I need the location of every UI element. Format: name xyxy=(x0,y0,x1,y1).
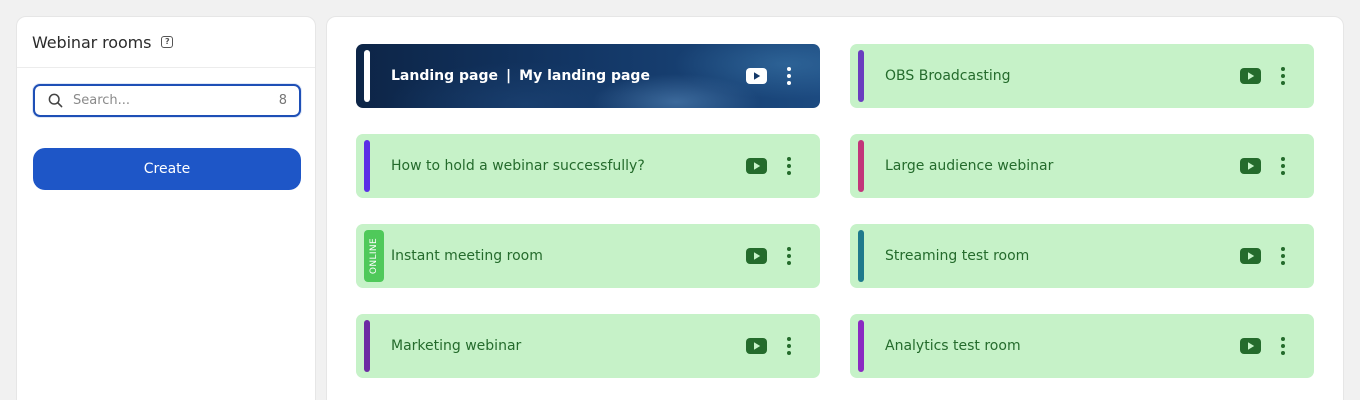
room-accent-bar xyxy=(364,50,370,102)
youtube-play-icon[interactable] xyxy=(746,248,767,264)
room-card[interactable]: ONLINE Instant meeting room xyxy=(356,224,820,288)
room-accent-bar xyxy=(364,320,370,372)
room-title: How to hold a webinar successfully? xyxy=(391,158,645,174)
room-title: OBS Broadcasting xyxy=(885,68,1011,84)
room-card[interactable]: How to hold a webinar successfully? xyxy=(356,134,820,198)
room-title-left: Landing page xyxy=(391,68,499,84)
room-accent-bar xyxy=(858,140,864,192)
room-card-landing-page[interactable]: Landing page | My landing page xyxy=(356,44,820,108)
more-vertical-icon[interactable] xyxy=(782,156,796,176)
rooms-panel: Landing page | My landing page OBS Broad… xyxy=(326,16,1344,400)
youtube-play-icon[interactable] xyxy=(746,158,767,174)
more-vertical-icon[interactable] xyxy=(782,246,796,266)
room-title: Landing page | My landing page xyxy=(391,44,650,108)
help-icon[interactable]: ? xyxy=(161,36,174,48)
more-vertical-icon[interactable] xyxy=(1276,156,1290,176)
youtube-play-icon[interactable] xyxy=(1240,68,1261,84)
room-card[interactable]: Marketing webinar xyxy=(356,314,820,378)
sidebar-header: Webinar rooms ? xyxy=(17,17,315,68)
search-result-count: 8 xyxy=(278,93,287,108)
room-card[interactable]: OBS Broadcasting xyxy=(850,44,1314,108)
room-accent-bar xyxy=(858,230,864,282)
room-card[interactable]: Large audience webinar xyxy=(850,134,1314,198)
room-title: Streaming test room xyxy=(885,248,1030,264)
room-title: Marketing webinar xyxy=(391,338,522,354)
more-vertical-icon[interactable] xyxy=(1276,66,1290,86)
create-button[interactable]: Create xyxy=(33,148,301,190)
room-title: Instant meeting room xyxy=(391,248,543,264)
more-vertical-icon[interactable] xyxy=(1276,246,1290,266)
youtube-play-icon[interactable] xyxy=(1240,158,1261,174)
youtube-play-icon[interactable] xyxy=(1240,248,1261,264)
youtube-play-icon[interactable] xyxy=(746,68,767,84)
room-title: Large audience webinar xyxy=(885,158,1054,174)
online-badge-label: ONLINE xyxy=(369,237,379,275)
room-title: Analytics test room xyxy=(885,338,1021,354)
search-box[interactable]: 8 xyxy=(33,84,301,117)
room-accent-bar xyxy=(858,320,864,372)
room-card[interactable]: Streaming test room xyxy=(850,224,1314,288)
youtube-play-icon[interactable] xyxy=(1240,338,1261,354)
more-vertical-icon[interactable] xyxy=(782,336,796,356)
sidebar-panel: Webinar rooms ? 8 Create xyxy=(16,16,316,400)
page-title: Webinar rooms xyxy=(32,32,152,52)
more-vertical-icon[interactable] xyxy=(1276,336,1290,356)
search-icon xyxy=(48,93,63,108)
room-accent-bar xyxy=(364,140,370,192)
search-input[interactable] xyxy=(73,93,279,108)
youtube-play-icon[interactable] xyxy=(746,338,767,354)
online-status-badge: ONLINE xyxy=(364,230,384,282)
title-separator: | xyxy=(506,68,512,84)
room-accent-bar xyxy=(858,50,864,102)
room-title-right: My landing page xyxy=(519,68,650,84)
more-vertical-icon[interactable] xyxy=(782,66,796,86)
room-card[interactable]: Analytics test room xyxy=(850,314,1314,378)
